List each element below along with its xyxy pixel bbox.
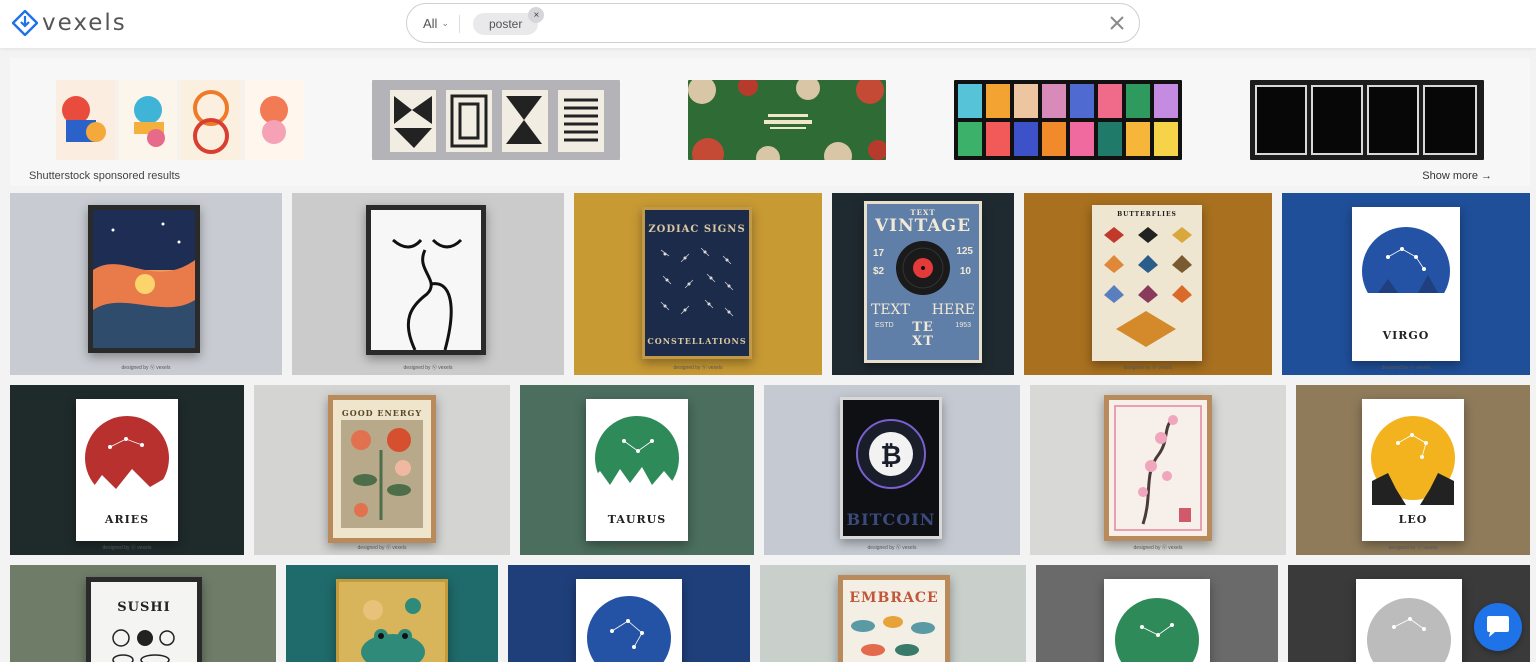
poster-title: BITCOIN [846, 510, 936, 529]
scope-dropdown[interactable]: All ⌄ [423, 4, 449, 42]
poster-title: VINTAGE [874, 216, 972, 236]
poster-image-constellation-green [1104, 579, 1210, 662]
poster-image-line-face [366, 205, 486, 355]
svg-text:₿: ₿ [880, 441, 901, 471]
poster-text: TEXT [871, 302, 910, 318]
watermark: designed by Ⓥ vexels [867, 545, 917, 551]
sponsored-image-grunge-frames[interactable] [1250, 80, 1484, 160]
poster-image-leo: LEO [1362, 399, 1464, 541]
result-tile[interactable] [1036, 565, 1278, 662]
result-tile[interactable]: LEO designed by Ⓥ vexels [1296, 385, 1530, 555]
result-tile[interactable]: designed by Ⓥ vexels [1030, 385, 1286, 555]
poster-image-constellation-grey [1356, 579, 1462, 662]
watermark: designed by Ⓥ vexels [673, 365, 723, 371]
result-tile[interactable] [508, 565, 750, 662]
poster-image-vintage-vinyl: TEXT VINTAGE 17 125 $2 10 TEXT HERE ESTD… [864, 201, 982, 363]
sponsored-image-christmas-banner[interactable] [688, 80, 886, 160]
poster-image-taurus: TAURUS [586, 399, 688, 541]
result-tile[interactable]: designed by Ⓥ vexels [10, 193, 282, 375]
watermark: designed by Ⓥ vexels [357, 545, 407, 551]
chat-button[interactable] [1474, 603, 1522, 651]
watermark: designed by Ⓥ vexels [1123, 365, 1173, 371]
sponsored-image-bw-geometric[interactable] [372, 80, 620, 160]
result-tile[interactable]: ZODIAC SIGNS CONSTELLATIONS designed by … [574, 193, 822, 375]
logo-text: vexels [42, 10, 127, 36]
poster-text: HERE [931, 302, 975, 318]
poster-image-constellation-blue [576, 579, 682, 662]
poster-image-sushi: SUSHI [86, 577, 202, 662]
result-tile[interactable]: VIRGO designed by Ⓥ vexels [1282, 193, 1530, 375]
poster-image-butterflies: BUTTERFLIES [1092, 205, 1202, 361]
watermark: designed by Ⓥ vexels [403, 365, 453, 371]
top-bar: vexels All ⌄ poster × [0, 0, 1536, 48]
vexels-logo-icon [12, 10, 38, 36]
poster-subtitle: CONSTELLATIONS [647, 336, 747, 346]
poster-title: TAURUS [607, 513, 667, 526]
poster-image-cherry-blossom [1104, 395, 1212, 541]
result-tile[interactable]: TEXT VINTAGE 17 125 $2 10 TEXT HERE ESTD… [832, 193, 1014, 375]
search-divider [459, 15, 460, 33]
close-icon [1110, 16, 1124, 30]
poster-title: ARIES [104, 513, 150, 526]
chevron-down-icon: ⌄ [441, 17, 449, 28]
result-tile[interactable] [286, 565, 498, 662]
poster-title: EMBRACE [849, 590, 939, 606]
poster-title: LEO [1398, 513, 1428, 526]
search-bar[interactable]: All ⌄ poster × [406, 3, 1140, 43]
poster-image-frog [336, 579, 448, 662]
poster-title: BUTTERFLIES [1117, 211, 1177, 218]
poster-image-aries: ARIES [76, 399, 178, 541]
poster-image-bitcoin: ₿ BITCOIN [840, 397, 942, 539]
poster-number: 125 [956, 246, 973, 257]
watermark: designed by Ⓥ vexels [1133, 545, 1183, 551]
poster-number: 17 [873, 248, 885, 259]
chip-remove-icon[interactable]: × [528, 7, 545, 23]
poster-text: TE [912, 320, 934, 335]
show-more-link[interactable]: Show more → [1422, 170, 1492, 182]
poster-image-good-energy: GOOD ENERGY [328, 395, 436, 543]
sponsored-results: Shutterstock sponsored results Show more… [10, 58, 1530, 186]
poster-image-zodiac-signs: ZODIAC SIGNS CONSTELLATIONS [642, 207, 752, 359]
sponsored-image-abstract-posters[interactable] [56, 80, 304, 160]
result-tile[interactable]: ₿ BITCOIN designed by Ⓥ vexels [764, 385, 1020, 555]
poster-number: 10 [959, 266, 971, 277]
search-chip[interactable]: poster × [473, 7, 545, 35]
result-tile[interactable]: EMBRACE [760, 565, 1026, 662]
sponsored-label: Shutterstock sponsored results [29, 170, 181, 182]
chat-bubble-icon [1487, 616, 1509, 637]
watermark: designed by Ⓥ vexels [1381, 365, 1431, 371]
poster-title: VIRGO [1382, 329, 1430, 342]
result-tile[interactable]: ARIES designed by Ⓥ vexels [10, 385, 244, 555]
poster-image-embrace: EMBRACE [838, 575, 950, 662]
clear-search-button[interactable] [1107, 13, 1127, 33]
poster-number: $2 [873, 266, 885, 277]
watermark: designed by Ⓥ vexels [1388, 545, 1438, 551]
result-tile[interactable]: GOOD ENERGY designed by Ⓥ vexels [254, 385, 510, 555]
result-tile[interactable]: designed by Ⓥ vexels [292, 193, 564, 375]
poster-title: ZODIAC SIGNS [648, 224, 746, 235]
poster-image-virgo: VIRGO [1352, 207, 1460, 361]
scope-label: All [423, 15, 438, 31]
poster-text: XT [912, 334, 934, 349]
watermark: designed by Ⓥ vexels [102, 545, 152, 551]
result-tile[interactable]: BUTTERFLIES designed by Ⓥ vexels [1024, 193, 1272, 375]
search-chip-label: poster [489, 17, 523, 31]
result-tile[interactable]: TAURUS designed by Ⓥ vexels [520, 385, 754, 555]
poster-title: SUSHI [117, 600, 171, 615]
vexels-logo[interactable]: vexels [12, 8, 127, 38]
sponsored-image-pattern-tiles[interactable] [954, 80, 1182, 160]
watermark: designed by Ⓥ vexels [121, 365, 171, 371]
watermark: designed by Ⓥ vexels [612, 545, 662, 551]
poster-image-galaxy [88, 205, 200, 353]
result-tile[interactable]: SUSHI [10, 565, 276, 662]
poster-title: GOOD ENERGY [341, 408, 423, 418]
